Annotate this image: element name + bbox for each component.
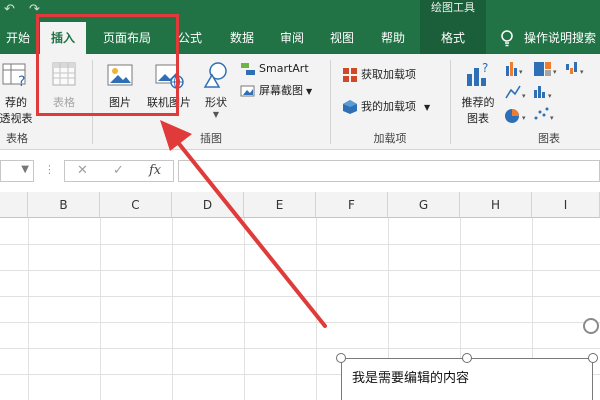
- resize-handle-top-right[interactable]: [588, 353, 598, 363]
- tab-data[interactable]: 数据: [220, 22, 264, 54]
- get-addins-button[interactable]: 获取加载项: [342, 66, 416, 84]
- tables-group-label: 表格: [6, 132, 28, 145]
- shapes-dropdown-icon: ▼: [212, 110, 220, 119]
- grid-line: [0, 270, 600, 271]
- shapes-label: 形状: [205, 96, 227, 109]
- rotate-handle-icon[interactable]: [583, 318, 599, 334]
- recommended-chart-icon: ?: [467, 61, 488, 86]
- tab-format[interactable]: 格式: [420, 22, 486, 54]
- screenshot-icon: [240, 85, 255, 97]
- recommended-pivot-button[interactable]: ? 荐的 透视表: [0, 60, 38, 126]
- tell-me-search[interactable]: 操作说明搜索: [520, 22, 600, 54]
- svg-text:?: ?: [482, 61, 488, 75]
- hierarchy-chart-icon: ▾: [534, 62, 557, 76]
- grid-line: [0, 322, 600, 323]
- pivot-label-line1: 荐的: [5, 96, 27, 109]
- svg-text:▾: ▾: [553, 68, 557, 76]
- column-header-b[interactable]: B: [28, 192, 100, 218]
- grid-line: [0, 296, 600, 297]
- scatter-chart-icon: ▾: [534, 107, 554, 122]
- grid-line: [28, 218, 29, 400]
- column-header-h[interactable]: H: [460, 192, 532, 218]
- column-header-f[interactable]: F: [316, 192, 388, 218]
- column-chart-icon: ▾: [506, 62, 523, 76]
- name-box[interactable]: ▼: [0, 160, 34, 182]
- svg-text:▾: ▾: [550, 114, 554, 122]
- addins-group-label: 加载项: [373, 132, 407, 145]
- group-divider: [330, 60, 331, 144]
- tab-home[interactable]: 开始: [0, 22, 36, 54]
- shapes-icon: [203, 62, 227, 88]
- svg-text:▾: ▾: [522, 92, 526, 100]
- resize-handle-top-middle[interactable]: [462, 353, 472, 363]
- formula-bar: ▼ ⋮ ✕ ✓ fx: [0, 150, 600, 192]
- chart-type-gallery[interactable]: ▾ ▾ ▾ ▾ ▾ ▾ ▾: [504, 60, 596, 126]
- tab-review[interactable]: 审阅: [272, 22, 312, 54]
- recommended-charts-line1: 推荐的: [461, 96, 495, 109]
- pivot-table-icon: ?: [2, 63, 26, 90]
- recommended-charts-button[interactable]: ? 推荐的 图表: [456, 60, 500, 126]
- illustrations-group-label: 插图: [200, 132, 222, 145]
- name-box-dropdown-icon[interactable]: ▼: [21, 164, 29, 175]
- resize-handle-top-left[interactable]: [336, 353, 346, 363]
- select-all-corner[interactable]: [0, 192, 28, 218]
- my-addins-button[interactable]: 我的加载项 ▼: [342, 98, 430, 116]
- grid-line: [172, 218, 173, 400]
- column-header-g[interactable]: G: [388, 192, 460, 218]
- grid-line: [244, 218, 245, 400]
- my-addins-dropdown-icon: ▼: [424, 103, 431, 112]
- svg-text:▾: ▾: [580, 68, 584, 76]
- shapes-button[interactable]: 形状 ▼: [200, 60, 232, 119]
- waterfall-chart-icon: ▾: [566, 62, 584, 76]
- grid-line: [0, 348, 600, 349]
- screenshot-button[interactable]: 屏幕截图 ▼: [240, 82, 312, 100]
- statistic-chart-icon: ▾: [534, 86, 552, 100]
- column-header-c[interactable]: C: [100, 192, 172, 218]
- line-chart-icon: ▾: [505, 85, 526, 100]
- formula-input[interactable]: [178, 160, 600, 182]
- grid-line: [0, 244, 600, 245]
- recommended-charts-line2: 图表: [467, 112, 489, 125]
- column-header-i[interactable]: I: [532, 192, 600, 218]
- store-icon: [343, 68, 357, 82]
- svg-text:▾: ▾: [522, 114, 526, 122]
- undo-icon[interactable]: ↶: [4, 2, 15, 17]
- formula-bar-grip-icon: ⋮: [44, 163, 55, 176]
- highlight-box: [36, 14, 179, 116]
- screenshot-dropdown-icon: ▼: [306, 87, 313, 96]
- group-divider: [450, 60, 451, 144]
- column-header-d[interactable]: D: [172, 192, 244, 218]
- drawing-tools-context-label: 绘图工具: [420, 0, 486, 22]
- svg-text:▾: ▾: [519, 68, 523, 76]
- text-box-shape[interactable]: 我是需要编辑的内容: [341, 358, 593, 400]
- insert-function-button[interactable]: fx: [149, 163, 161, 178]
- cancel-formula-button[interactable]: ✕: [77, 163, 88, 178]
- tab-view[interactable]: 视图: [322, 22, 362, 54]
- enter-formula-button[interactable]: ✓: [113, 163, 124, 178]
- tab-help[interactable]: 帮助: [372, 22, 414, 54]
- svg-text:?: ?: [18, 74, 25, 90]
- charts-group-label: 图表: [538, 132, 560, 145]
- svg-text:▾: ▾: [548, 92, 552, 100]
- addin-cube-icon: [343, 100, 357, 114]
- pie-chart-icon: ▾: [505, 109, 526, 123]
- smartart-button[interactable]: SmartArt: [240, 60, 309, 78]
- text-box-content[interactable]: 我是需要编辑的内容: [352, 367, 469, 386]
- formula-buttons: ✕ ✓ fx: [64, 160, 174, 182]
- column-header-e[interactable]: E: [244, 192, 316, 218]
- grid-line: [100, 218, 101, 400]
- pivot-label-line2: 透视表: [0, 112, 33, 125]
- lightbulb-icon[interactable]: [500, 22, 514, 54]
- grid-line: [316, 218, 317, 400]
- smartart-icon: [241, 63, 255, 75]
